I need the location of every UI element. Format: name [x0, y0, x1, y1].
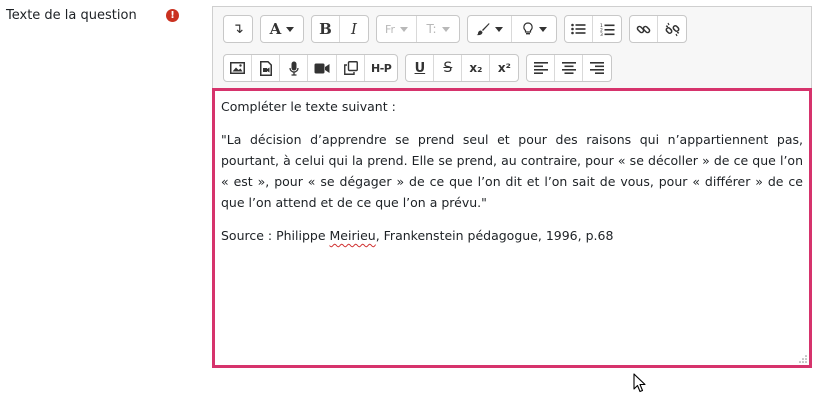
editor-content-area[interactable]: Compléter le texte suivant : "La décisio…: [212, 88, 812, 368]
link-icon: [636, 22, 651, 37]
chevron-down-icon: [538, 26, 547, 32]
font-dropdown-button[interactable]: Fr: [377, 16, 417, 42]
toolbar-group-align: [526, 54, 613, 82]
align-right-button[interactable]: [583, 55, 611, 81]
bold-label: B: [319, 20, 332, 38]
content-source: Source : Philippe Meirieu, Frankenstein …: [221, 225, 803, 246]
microphone-icon: [288, 61, 299, 76]
editor-toolbar: ↴ A B I Fr T: 1 2 3 H-P U S x₂ x²: [212, 6, 812, 89]
chevron-down-icon: [495, 26, 503, 32]
align-left-button[interactable]: [527, 55, 556, 81]
brush-icon: [476, 22, 490, 36]
copy-button[interactable]: [337, 55, 365, 81]
style-dropdown-button[interactable]: A: [261, 16, 303, 42]
toolbar-row-2: H-P U S x₂ x²: [223, 54, 619, 82]
copy-icon: [343, 61, 358, 75]
italic-label: I: [351, 20, 357, 38]
align-right-icon: [590, 62, 605, 74]
align-left-icon: [533, 62, 548, 74]
superscript-button[interactable]: x²: [490, 55, 518, 81]
ordered-list-button[interactable]: 123: [593, 16, 621, 42]
link-button[interactable]: [630, 16, 658, 42]
font-size-dropdown-button[interactable]: T:: [417, 16, 459, 42]
font-label: Fr: [384, 22, 396, 36]
h5p-label: H-P: [371, 61, 392, 75]
toolbar-group-collapse: ↴: [223, 15, 253, 43]
bold-button[interactable]: B: [312, 16, 340, 42]
chevron-down-icon: [441, 26, 450, 32]
unordered-list-icon: [571, 23, 586, 35]
toolbar-group-links: [629, 15, 687, 43]
lightbulb-dropdown-button[interactable]: [512, 16, 556, 42]
ordered-list-icon: 123: [600, 23, 615, 36]
strikethrough-button[interactable]: S: [434, 55, 463, 81]
editor-content: Compléter le texte suivant : "La décisio…: [218, 94, 806, 260]
font-size-label: T:: [426, 22, 437, 36]
chevron-down-icon: [286, 26, 295, 32]
question-form: Texte de la question ! ↴ A B I Fr T: 1 2…: [0, 0, 824, 405]
toolbar-group-style: A: [260, 15, 304, 43]
image-icon: [230, 62, 245, 74]
superscript-label: x²: [497, 61, 511, 75]
source-author-misspelled: Meirieu: [329, 228, 376, 243]
align-center-icon: [561, 62, 576, 74]
svg-text:3: 3: [600, 32, 603, 36]
source-suffix: , Frankenstein pédagogue, 1996, p.68: [375, 228, 614, 243]
field-label: Texte de la question: [6, 8, 137, 23]
subscript-label: x₂: [469, 61, 483, 75]
align-center-button[interactable]: [555, 55, 584, 81]
toolbar-group-lists: 123: [564, 15, 622, 43]
unlink-button[interactable]: [658, 16, 686, 42]
video-button[interactable]: [308, 55, 337, 81]
toolbar-group-media: H-P: [223, 54, 399, 82]
italic-button[interactable]: I: [340, 16, 368, 42]
unordered-list-button[interactable]: [565, 16, 593, 42]
media-file-button[interactable]: [252, 55, 280, 81]
collapse-arrow-icon: ↴: [232, 21, 244, 37]
subscript-button[interactable]: x₂: [462, 55, 491, 81]
toolbar-group-color: [467, 15, 557, 43]
content-quote: "La décision d’apprendre se prend seul e…: [221, 132, 803, 210]
unlink-icon: [665, 22, 680, 37]
toolbar-group-format: B I: [311, 15, 369, 43]
media-file-icon: [259, 60, 272, 76]
chevron-down-icon: [400, 26, 409, 32]
content-intro: Compléter le texte suivant :: [221, 99, 396, 114]
toolbar-group-font: Fr T:: [376, 15, 460, 43]
h5p-button[interactable]: H-P: [365, 55, 397, 81]
collapse-button[interactable]: ↴: [224, 16, 252, 42]
rich-text-editor: ↴ A B I Fr T: 1 2 3 H-P U S x₂ x² Complé…: [212, 6, 812, 368]
source-prefix: Source : Philippe: [221, 228, 330, 243]
video-camera-icon: [314, 63, 330, 74]
underline-button[interactable]: U: [406, 55, 435, 81]
microphone-button[interactable]: [280, 55, 308, 81]
underline-label: U: [414, 60, 426, 76]
required-icon: !: [166, 9, 179, 22]
resize-handle[interactable]: [799, 355, 807, 363]
strikethrough-label: S: [443, 60, 453, 76]
brush-dropdown-button[interactable]: [468, 16, 512, 42]
toolbar-group-text-format: U S x₂ x²: [405, 54, 520, 82]
image-button[interactable]: [224, 55, 252, 81]
mouse-pointer-icon: [633, 373, 647, 393]
toolbar-row-1: ↴ A B I Fr T: 1 2 3: [223, 15, 694, 43]
lightbulb-icon: [522, 22, 534, 36]
style-label: A: [269, 20, 282, 38]
